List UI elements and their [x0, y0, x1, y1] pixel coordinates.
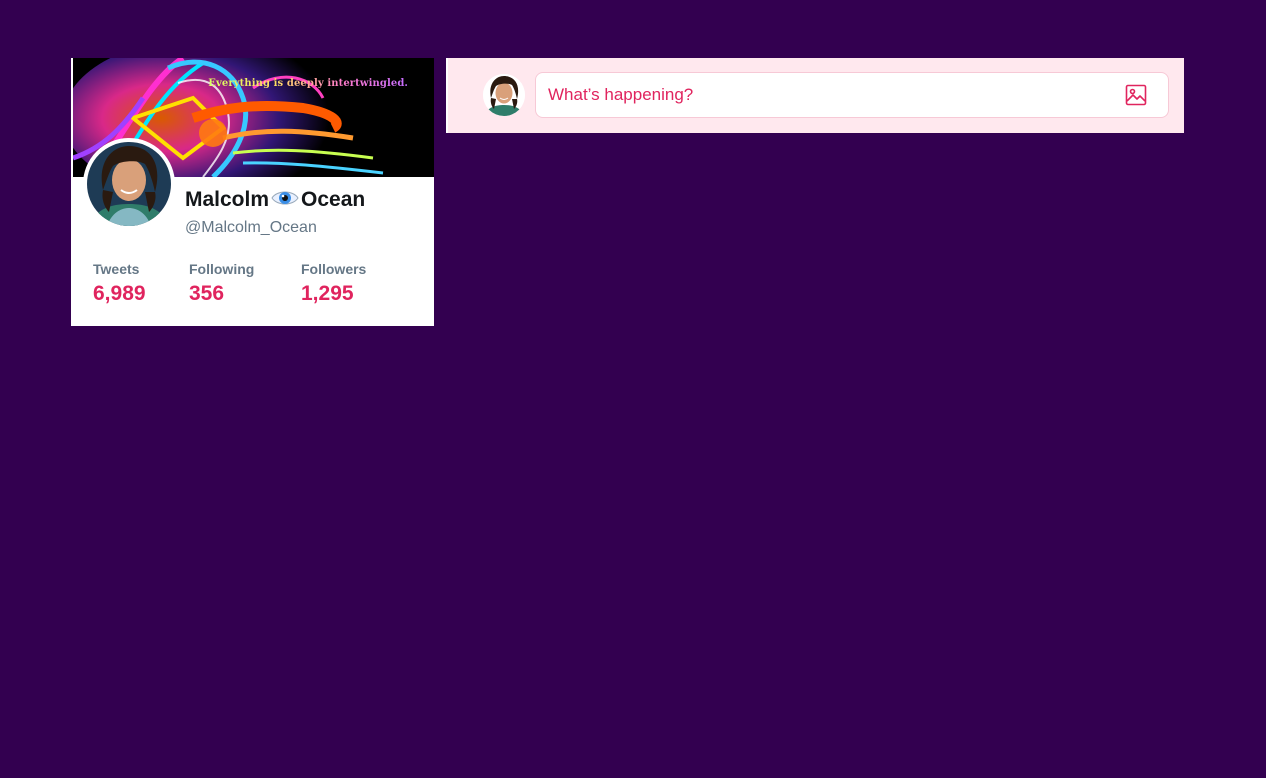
compose-field[interactable] [535, 72, 1169, 118]
display-name-first: Malcolm [185, 188, 270, 211]
image-icon[interactable] [1124, 83, 1148, 107]
display-name: Malcolm Ocean [185, 188, 365, 212]
banner-caption: Everything is deeply intertwingled. [208, 78, 408, 89]
stat-followers[interactable]: Followers 1,295 [301, 261, 366, 307]
user-handle[interactable]: @Malcolm_Ocean [185, 219, 317, 237]
page: Everything is deeply intertwingled. Malc… [0, 0, 1266, 778]
stat-label: Tweets [93, 261, 140, 277]
stat-label: Following [189, 261, 255, 277]
stat-value: 356 [189, 282, 225, 305]
eye-icon [271, 189, 299, 207]
compose-avatar[interactable] [483, 74, 525, 116]
stat-value: 1,295 [301, 282, 354, 305]
compose-input[interactable] [546, 84, 1090, 106]
stat-value: 6,989 [93, 282, 146, 305]
stat-following[interactable]: Following 356 [189, 261, 254, 307]
stat-label: Followers [301, 261, 367, 277]
compose-box [446, 58, 1184, 133]
display-name-last: Ocean [301, 188, 366, 211]
avatar-image [483, 74, 525, 116]
profile-card: Everything is deeply intertwingled. Malc… [71, 58, 434, 326]
avatar-image [87, 142, 171, 226]
avatar[interactable] [83, 138, 175, 230]
stat-tweets[interactable]: Tweets 6,989 [93, 261, 146, 307]
